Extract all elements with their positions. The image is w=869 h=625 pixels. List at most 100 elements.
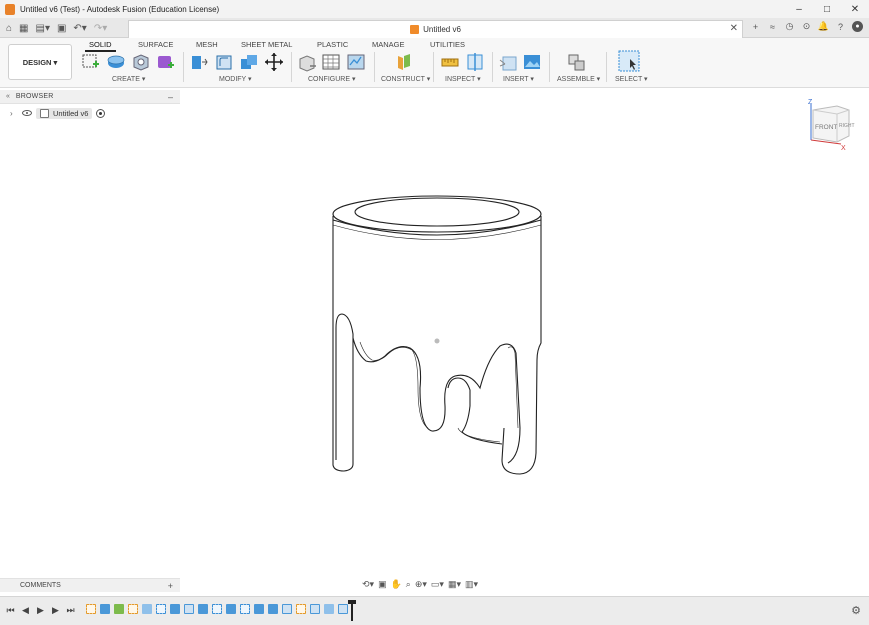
tab-mesh[interactable]: MESH bbox=[196, 40, 218, 49]
configure-design-icon[interactable] bbox=[297, 52, 317, 72]
save-icon[interactable]: ▣ bbox=[57, 23, 66, 34]
select-icon[interactable] bbox=[618, 50, 640, 72]
timeline-feature-sketch[interactable] bbox=[128, 604, 138, 614]
minimize-button[interactable]: – bbox=[785, 0, 813, 18]
collapse-chevron-icon[interactable]: « bbox=[6, 93, 10, 100]
press-pull-icon[interactable] bbox=[189, 52, 209, 72]
configure-group-label[interactable]: CONFIGURE ▾ bbox=[308, 75, 355, 83]
tab-sheet-metal[interactable]: SHEET METAL bbox=[241, 40, 292, 49]
timeline-feature-sketch[interactable] bbox=[86, 604, 96, 614]
go-to-start-icon[interactable]: ⏮ bbox=[6, 605, 15, 616]
orbit-icon[interactable]: ⟲▾ bbox=[362, 578, 374, 590]
viewcube-front-label[interactable]: FRONT bbox=[815, 124, 837, 131]
timeline-feature-extrude[interactable] bbox=[170, 604, 180, 614]
look-at-icon[interactable]: ▣ bbox=[378, 578, 387, 590]
grid-menu-icon[interactable]: ▦ bbox=[19, 23, 28, 34]
tab-plastic[interactable]: PLASTIC bbox=[317, 40, 348, 49]
timeline-feature-extrude[interactable] bbox=[100, 604, 110, 614]
timeline-feature-extrude[interactable] bbox=[226, 604, 236, 614]
document-tab[interactable]: Untitled v6 ✕ bbox=[128, 20, 743, 38]
timeline-feature-shell[interactable] bbox=[310, 604, 320, 614]
tab-manage[interactable]: MANAGE bbox=[372, 40, 405, 49]
browser-item-root[interactable]: › Untitled v6 bbox=[10, 107, 106, 119]
timeline-feature-extrude[interactable] bbox=[198, 604, 208, 614]
insert-group-label[interactable]: INSERT ▾ bbox=[503, 75, 534, 83]
timeline-feature-sweep[interactable] bbox=[142, 604, 152, 614]
viewcube[interactable]: FRONT RIGHT Z X bbox=[805, 96, 855, 152]
go-to-end-icon[interactable]: ⏭ bbox=[66, 605, 75, 616]
construct-group-label[interactable]: CONSTRUCT ▾ bbox=[381, 75, 430, 83]
timeline-feature-combine[interactable] bbox=[268, 604, 278, 614]
home-icon[interactable]: ⌂ bbox=[6, 23, 12, 34]
expand-chevron-icon[interactable]: › bbox=[10, 109, 18, 118]
help-icon[interactable]: ? bbox=[835, 21, 846, 32]
zoom-window-icon[interactable]: ⌕ bbox=[406, 578, 411, 590]
comments-panel[interactable]: COMMENTS + bbox=[0, 578, 180, 592]
move-copy-icon[interactable] bbox=[264, 52, 284, 72]
timeline-feature-fillet[interactable] bbox=[282, 604, 292, 614]
timeline-feature-plane[interactable] bbox=[114, 604, 124, 614]
online-status-icon[interactable]: ⊙ bbox=[801, 21, 812, 32]
browser-header[interactable]: « BROWSER – bbox=[0, 90, 180, 104]
timeline-feature-extrude[interactable] bbox=[254, 604, 264, 614]
workspace-switcher-button[interactable]: DESIGN ▾ bbox=[8, 44, 72, 80]
timeline-feature-sketch[interactable] bbox=[296, 604, 306, 614]
viewcube-right-label[interactable]: RIGHT bbox=[839, 123, 855, 129]
construct-plane-icon[interactable] bbox=[394, 52, 414, 72]
file-menu-icon[interactable]: ▤▾ bbox=[36, 23, 50, 34]
section-analysis-icon[interactable] bbox=[465, 52, 485, 72]
maximize-button[interactable]: □ bbox=[813, 0, 841, 18]
redo-icon[interactable]: ↷▾ bbox=[94, 23, 107, 34]
activate-radio-icon[interactable] bbox=[96, 108, 106, 118]
display-settings-icon[interactable]: ▭▾ bbox=[431, 578, 444, 590]
new-component-icon[interactable] bbox=[566, 52, 586, 72]
job-status-icon[interactable]: ◷ bbox=[784, 21, 795, 32]
timeline-feature-fillet[interactable] bbox=[184, 604, 194, 614]
tab-utilities[interactable]: UTILITIES bbox=[430, 40, 465, 49]
tab-solid[interactable]: SOLID bbox=[85, 40, 115, 52]
inspect-group-label[interactable]: INSPECT ▾ bbox=[445, 75, 481, 83]
data-panel-icon[interactable]: ≈ bbox=[767, 21, 778, 32]
timeline-feature-sketch[interactable] bbox=[156, 604, 166, 614]
3d-viewport[interactable] bbox=[0, 88, 869, 596]
box-icon[interactable] bbox=[131, 52, 151, 72]
close-tab-icon[interactable]: ✕ bbox=[730, 23, 738, 34]
minimize-panel-icon[interactable]: – bbox=[168, 92, 173, 102]
timeline-feature-sketch[interactable] bbox=[212, 604, 222, 614]
notifications-icon[interactable]: 🔔 bbox=[818, 21, 829, 32]
measure-icon[interactable] bbox=[440, 52, 460, 72]
close-window-button[interactable]: ✕ bbox=[841, 0, 869, 18]
visibility-eye-icon[interactable] bbox=[22, 110, 32, 116]
timeline-feature-form[interactable] bbox=[324, 604, 334, 614]
timeline-track[interactable] bbox=[86, 602, 358, 620]
select-group-label[interactable]: SELECT ▾ bbox=[615, 75, 648, 83]
timeline-feature-sketch[interactable] bbox=[240, 604, 250, 614]
tab-surface[interactable]: SURFACE bbox=[138, 40, 173, 49]
undo-icon[interactable]: ↶▾ bbox=[73, 23, 86, 34]
grid-settings-icon[interactable]: ▦▾ bbox=[448, 578, 461, 590]
create-form-icon[interactable] bbox=[156, 52, 176, 72]
zoom-icon[interactable]: ⊕▾ bbox=[415, 578, 427, 590]
pan-icon[interactable]: ✋ bbox=[391, 578, 402, 590]
create-sketch-icon[interactable] bbox=[81, 52, 101, 72]
extrude-icon[interactable] bbox=[106, 52, 126, 72]
step-forward-icon[interactable]: ▶ bbox=[51, 605, 60, 616]
add-comment-icon[interactable]: + bbox=[168, 581, 173, 591]
combine-icon[interactable] bbox=[239, 52, 259, 72]
step-back-icon[interactable]: ◀ bbox=[21, 605, 30, 616]
viewports-icon[interactable]: ▥▾ bbox=[465, 578, 478, 590]
drip-cup-model[interactable] bbox=[332, 195, 542, 475]
configuration-theme-icon[interactable] bbox=[346, 52, 366, 72]
timeline-feature-fillet[interactable] bbox=[338, 604, 348, 614]
new-tab-icon[interactable]: + bbox=[750, 21, 761, 32]
fillet-icon[interactable] bbox=[214, 52, 234, 72]
root-component-chip[interactable]: Untitled v6 bbox=[36, 107, 93, 119]
play-icon[interactable]: ▶ bbox=[36, 605, 45, 616]
insert-canvas-icon[interactable] bbox=[522, 52, 542, 72]
assemble-group-label[interactable]: ASSEMBLE ▾ bbox=[557, 75, 600, 83]
create-group-label[interactable]: CREATE ▾ bbox=[112, 75, 145, 83]
modify-group-label[interactable]: MODIFY ▾ bbox=[219, 75, 252, 83]
insert-derive-icon[interactable] bbox=[498, 52, 518, 72]
configuration-table-icon[interactable] bbox=[321, 52, 341, 72]
user-avatar[interactable]: ● bbox=[852, 21, 863, 32]
